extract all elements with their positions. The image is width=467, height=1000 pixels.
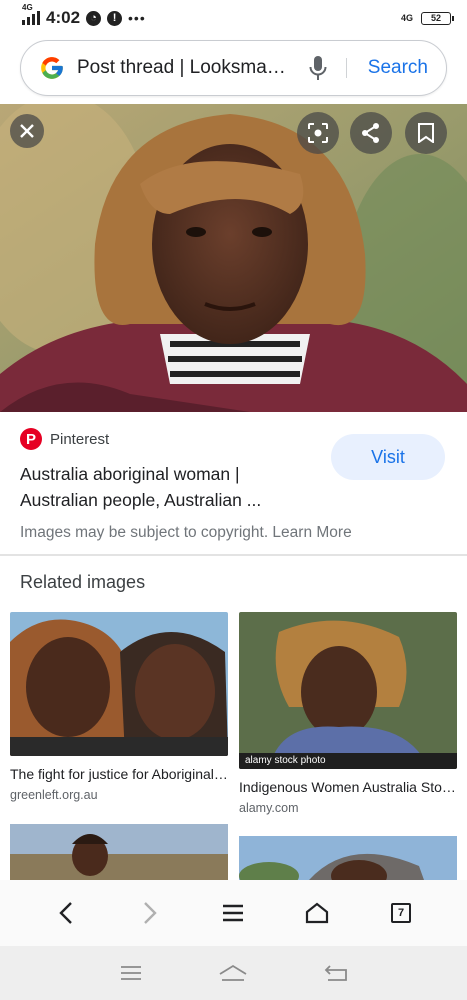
system-back-button[interactable] <box>314 951 358 995</box>
pinterest-icon: P <box>20 428 42 450</box>
related-caption: Indigenous Women Australia Stock Photos <box>239 779 457 795</box>
battery-level: 52 <box>430 13 441 23</box>
related-thumbnail[interactable] <box>10 612 228 756</box>
section-divider <box>0 554 467 556</box>
source-row[interactable]: P Pinterest <box>20 428 109 450</box>
signal-icon: 4G <box>22 3 40 25</box>
related-thumbnail[interactable] <box>239 836 457 880</box>
alert-icon: ! <box>107 10 123 26</box>
tabs-button[interactable]: 7 <box>379 891 423 935</box>
related-card[interactable] <box>239 836 457 880</box>
battery-icon: 52 <box>421 11 454 25</box>
right-network-type: 4G <box>400 13 413 23</box>
watermark: alamy stock photo <box>245 755 326 766</box>
tabs-icon: 7 <box>391 903 412 923</box>
microphone-icon[interactable] <box>308 55 328 81</box>
more-dots-icon: ••• <box>128 10 146 26</box>
menu-button[interactable] <box>211 891 255 935</box>
related-card[interactable]: The fight for justice for Aboriginal wom… <box>10 612 228 802</box>
related-thumbnail[interactable]: alamy stock photo <box>239 612 457 769</box>
recents-button[interactable] <box>109 951 153 995</box>
source-name: Pinterest <box>50 430 110 448</box>
home-icon <box>220 964 247 981</box>
share-button[interactable] <box>350 112 392 154</box>
home-button[interactable] <box>295 891 339 935</box>
related-heading: Related images <box>20 572 146 592</box>
related-card[interactable]: alamy stock photo Indigenous Women Austr… <box>239 612 457 815</box>
close-button[interactable] <box>10 114 44 148</box>
lens-icon <box>308 123 328 143</box>
related-caption: The fight for justice for Aboriginal wom… <box>10 766 228 782</box>
google-logo-icon <box>41 57 63 79</box>
related-card[interactable] <box>10 824 228 880</box>
network-type: 4G <box>22 3 33 12</box>
result-title[interactable]: Australia aboriginal woman | Australian … <box>20 461 320 513</box>
recents-icon <box>121 966 142 980</box>
search-query[interactable]: Post thread | Looksmax.... <box>77 57 294 79</box>
close-icon <box>20 124 34 138</box>
search-bar[interactable]: Post thread | Looksmax.... Search <box>20 40 447 96</box>
home-icon <box>306 902 329 924</box>
status-bar: 4G 4:02 ◔ ! ••• 4G 52 <box>0 0 467 36</box>
visit-button[interactable]: Visit <box>331 434 445 480</box>
bookmark-icon <box>418 123 434 143</box>
forward-icon <box>143 902 157 924</box>
lens-button[interactable] <box>297 112 339 154</box>
copyright-notice[interactable]: Images may be subject to copyright. Lear… <box>20 524 352 542</box>
main-image[interactable] <box>0 104 467 412</box>
browser-toolbar: 7 <box>0 880 467 946</box>
clock: 4:02 <box>46 8 81 27</box>
system-home-button[interactable] <box>211 951 255 995</box>
back-icon <box>59 902 72 924</box>
divider <box>345 58 347 78</box>
pie-icon: ◔ <box>86 10 102 26</box>
forward-button[interactable] <box>128 891 172 935</box>
menu-icon <box>223 904 244 922</box>
back-button[interactable] <box>44 891 88 935</box>
save-button[interactable] <box>405 112 447 154</box>
related-thumbnail[interactable] <box>10 824 228 880</box>
related-domain: greenleft.org.au <box>10 788 98 802</box>
share-icon <box>362 123 379 143</box>
back-icon <box>324 965 347 981</box>
system-navigation <box>0 946 467 1000</box>
search-button[interactable]: Search <box>368 57 428 79</box>
related-domain: alamy.com <box>239 801 299 815</box>
